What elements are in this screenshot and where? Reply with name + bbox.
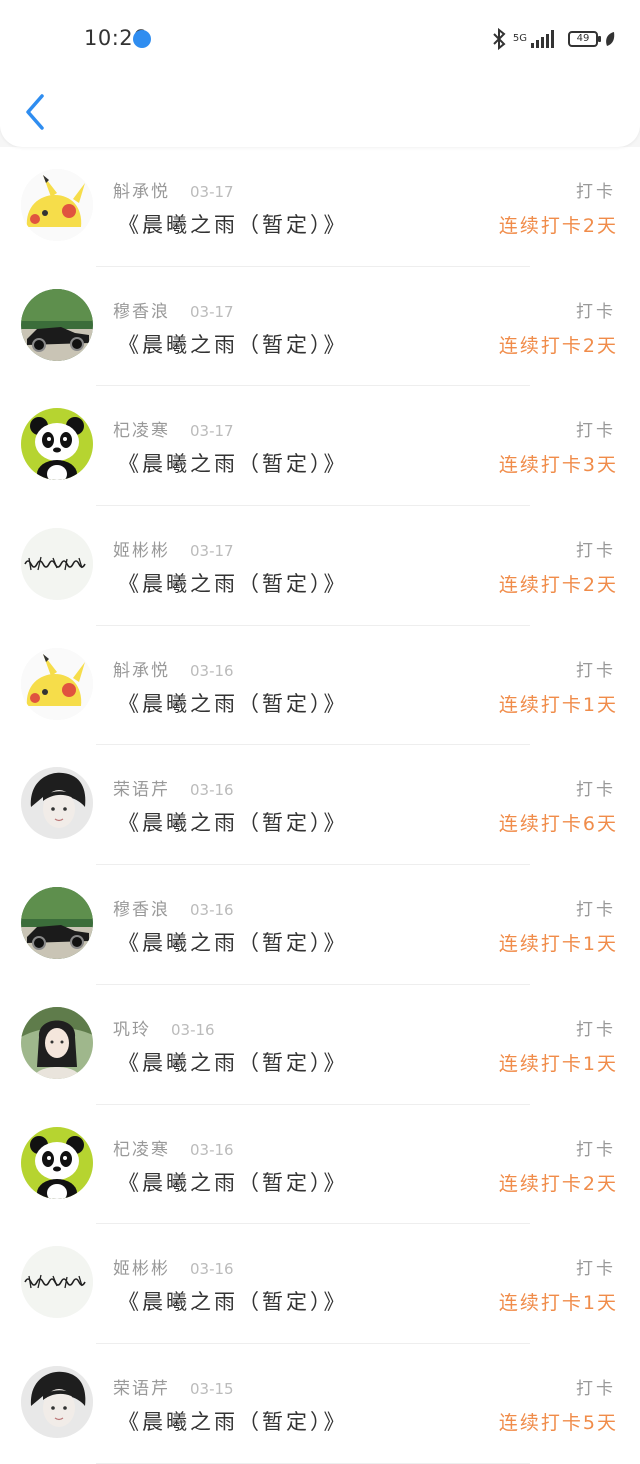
battery-icon: 49 [568, 31, 601, 47]
checkin-row[interactable]: 荣语芹 03-15 《晨曦之雨（暂定）》 打卡 连续打卡5天 [0, 1343, 640, 1464]
streak-label: 连续打卡1天 [498, 693, 618, 716]
streak-label: 连续打卡5天 [498, 1411, 618, 1434]
network-label: 5G [512, 33, 527, 44]
checkin-row[interactable]: 杞凌寒 03-17 《晨曦之雨（暂定）》 打卡 连续打卡3天 [0, 386, 640, 507]
checkin-label: 打卡 [576, 301, 616, 322]
user-name: 穆香浪 [113, 900, 170, 921]
book-title: 《晨曦之雨（暂定）》 [118, 811, 348, 836]
user-name: 斛承悦 [113, 182, 170, 202]
row-meta: 杞凌寒 03-16 [113, 1135, 234, 1160]
row-meta: 荣语芹 03-15 [113, 1374, 234, 1399]
back-button[interactable] [20, 90, 50, 134]
streak-label: 连续打卡6天 [498, 813, 618, 836]
row-meta: 荣语芹 03-16 [113, 775, 234, 800]
streak-label: 连续打卡1天 [498, 1292, 618, 1315]
checkin-date: 03-16 [190, 781, 234, 800]
checkin-row[interactable]: 穆香浪 03-17 《晨曦之雨（暂定）》 打卡 连续打卡2天 [0, 266, 640, 387]
avatar[interactable] [21, 169, 93, 241]
avatar[interactable] [21, 1365, 93, 1438]
user-name: 荣语芹 [113, 1378, 170, 1399]
row-meta: 穆香浪 03-17 [113, 297, 234, 322]
checkin-date: 03-17 [190, 302, 234, 321]
checkin-date: 03-17 [190, 422, 234, 441]
book-title: 《晨曦之雨（暂定）》 [118, 1050, 348, 1075]
avatar[interactable] [21, 1006, 93, 1079]
signal-icon [531, 30, 554, 48]
checkin-label: 打卡 [576, 1139, 616, 1160]
avatar[interactable] [21, 288, 93, 361]
bluetooth-icon [493, 27, 506, 51]
user-name: 姬彬彬 [113, 541, 170, 562]
checkin-row[interactable]: 荣语芹 03-16 《晨曦之雨（暂定）》 打卡 连续打卡6天 [0, 745, 640, 866]
book-title: 《晨曦之雨（暂定）》 [118, 213, 348, 237]
book-title: 《晨曦之雨（暂定）》 [118, 691, 348, 716]
checkin-date: 03-16 [190, 1140, 234, 1159]
book-title: 《晨曦之雨（暂定）》 [118, 1290, 348, 1315]
streak-label: 连续打卡2天 [498, 1172, 618, 1195]
row-meta: 姬彬彬 03-16 [113, 1254, 234, 1279]
row-meta: 巩玲 03-16 [113, 1015, 215, 1040]
book-title: 《晨曦之雨（暂定）》 [118, 572, 348, 597]
checkin-date: 03-16 [190, 661, 234, 680]
checkin-row[interactable]: 斛承悦 03-16 《晨曦之雨（暂定）》 打卡 连续打卡1天 [0, 625, 640, 746]
checkin-label: 打卡 [576, 1378, 616, 1399]
row-meta: 姬彬彬 03-17 [113, 536, 234, 561]
notification-icon [133, 30, 151, 48]
user-name: 杞凌寒 [113, 421, 170, 442]
user-name: 姬彬彬 [113, 1259, 170, 1280]
checkin-list: 斛承悦 03-17 《晨曦之雨（暂定）》 打卡 连续打卡2天 穆香浪 03-17… [0, 147, 640, 1464]
checkin-label: 打卡 [576, 182, 616, 202]
checkin-row[interactable]: 姬彬彬 03-16 《晨曦之雨（暂定）》 打卡 连续打卡1天 [0, 1224, 640, 1344]
avatar[interactable] [21, 647, 93, 720]
status-icons: 5G 49 [491, 26, 616, 52]
user-name: 斛承悦 [113, 660, 170, 681]
avatar[interactable] [21, 887, 93, 960]
book-title: 《晨曦之雨（暂定）》 [118, 332, 348, 357]
avatar[interactable] [21, 1126, 93, 1199]
avatar[interactable] [21, 1246, 93, 1319]
row-meta: 穆香浪 03-16 [113, 895, 234, 920]
book-title: 《晨曦之雨（暂定）》 [118, 452, 348, 477]
checkin-row[interactable]: 杞凌寒 03-16 《晨曦之雨（暂定）》 打卡 连续打卡2天 [0, 1104, 640, 1225]
streak-label: 连续打卡2天 [498, 574, 618, 597]
streak-label: 连续打卡1天 [498, 933, 618, 956]
row-meta: 斛承悦 03-17 [113, 177, 234, 202]
checkin-label: 打卡 [576, 900, 616, 921]
book-title: 《晨曦之雨（暂定）》 [118, 1409, 348, 1434]
book-title: 《晨曦之雨（暂定）》 [118, 931, 348, 956]
user-name: 杞凌寒 [113, 1139, 170, 1160]
user-name: 穆香浪 [113, 301, 170, 322]
row-meta: 斛承悦 03-16 [113, 656, 234, 681]
avatar[interactable] [21, 408, 93, 481]
streak-label: 连续打卡2天 [498, 215, 618, 237]
checkin-date: 03-16 [190, 901, 234, 920]
row-meta: 杞凌寒 03-17 [113, 416, 234, 441]
avatar[interactable] [21, 528, 93, 601]
checkin-row[interactable]: 巩玲 03-16 《晨曦之雨（暂定）》 打卡 连续打卡1天 [0, 984, 640, 1105]
checkin-label: 打卡 [576, 541, 616, 562]
leaf-icon [606, 32, 615, 46]
checkin-label: 打卡 [576, 1019, 616, 1040]
avatar[interactable] [21, 767, 93, 840]
streak-label: 连续打卡1天 [498, 1052, 618, 1075]
checkin-label: 打卡 [576, 780, 616, 801]
checkin-date: 03-16 [171, 1020, 215, 1039]
user-name: 巩玲 [113, 1019, 151, 1040]
checkin-date: 03-17 [190, 542, 234, 561]
checkin-row[interactable]: 斛承悦 03-17 《晨曦之雨（暂定）》 打卡 连续打卡2天 [0, 147, 640, 267]
checkin-date: 03-17 [190, 183, 234, 201]
checkin-date: 03-16 [190, 1260, 234, 1279]
user-name: 荣语芹 [113, 780, 170, 801]
checkin-label: 打卡 [576, 660, 616, 681]
checkin-row[interactable]: 姬彬彬 03-17 《晨曦之雨（暂定）》 打卡 连续打卡2天 [0, 506, 640, 626]
checkin-row[interactable]: 穆香浪 03-16 《晨曦之雨（暂定）》 打卡 连续打卡1天 [0, 865, 640, 985]
book-title: 《晨曦之雨（暂定）》 [118, 1170, 348, 1195]
streak-label: 连续打卡3天 [498, 454, 618, 477]
checkin-label: 打卡 [576, 421, 616, 442]
top-bar: 10:26 5G 49 [0, 0, 640, 147]
checkin-label: 打卡 [576, 1259, 616, 1280]
streak-label: 连续打卡2天 [498, 334, 618, 357]
checkin-date: 03-15 [190, 1379, 234, 1398]
